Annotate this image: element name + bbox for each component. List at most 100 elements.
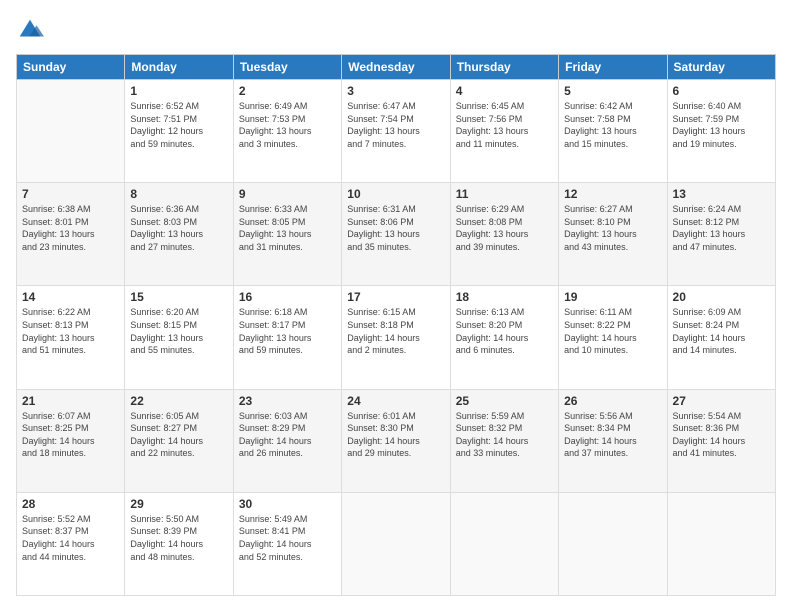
calendar-week-row: 21 Sunrise: 6:07 AM Sunset: 8:25 PM Dayli… [17,389,776,492]
day-number: 28 [22,497,119,511]
day-info: Sunrise: 5:59 AM Sunset: 8:32 PM Dayligh… [456,410,553,460]
calendar-cell: 12Sunrise: 6:27 AM Sunset: 8:10 PM Dayli… [559,183,667,286]
day-number: 7 [22,187,119,201]
calendar-cell: 2 Sunrise: 6:49 AM Sunset: 7:53 PM Daylig… [233,80,341,183]
calendar-cell: 20 Sunrise: 6:09 AM Sunset: 8:24 PM Dayli… [667,286,775,389]
day-info: Sunrise: 6:20 AM Sunset: 8:15 PM Dayligh… [130,306,227,356]
calendar-cell: 3Sunrise: 6:47 AM Sunset: 7:54 PM Daylig… [342,80,450,183]
day-info: Sunrise: 5:52 AM Sunset: 8:37 PM Dayligh… [22,513,119,563]
day-number: 18 [456,290,553,304]
day-number: 4 [456,84,553,98]
day-number: 23 [239,394,336,408]
day-number: 11 [456,187,553,201]
col-header-wednesday: Wednesday [342,55,450,80]
col-header-thursday: Thursday [450,55,558,80]
calendar-cell: 1 Sunrise: 6:52 AM Sunset: 7:51 PM Daylig… [125,80,233,183]
calendar-cell: 19 Sunrise: 6:11 AM Sunset: 8:22 PM Dayli… [559,286,667,389]
logo-icon [16,16,44,44]
day-number: 15 [130,290,227,304]
col-header-sunday: Sunday [17,55,125,80]
day-info: Sunrise: 6:15 AM Sunset: 8:18 PM Dayligh… [347,306,444,356]
calendar-cell: 13 Sunrise: 6:24 AM Sunset: 8:12 PM Dayli… [667,183,775,286]
day-number: 30 [239,497,336,511]
day-number: 17 [347,290,444,304]
calendar-cell [667,492,775,595]
day-info: Sunrise: 5:56 AM Sunset: 8:34 PM Dayligh… [564,410,661,460]
day-info: Sunrise: 6:13 AM Sunset: 8:20 PM Dayligh… [456,306,553,356]
calendar-week-row: 28 Sunrise: 5:52 AM Sunset: 8:37 PM Dayli… [17,492,776,595]
day-number: 20 [673,290,770,304]
logo [16,16,48,44]
day-number: 9 [239,187,336,201]
calendar-cell: 17 Sunrise: 6:15 AM Sunset: 8:18 PM Dayli… [342,286,450,389]
day-number: 29 [130,497,227,511]
calendar-cell [559,492,667,595]
day-info: Sunrise: 6:47 AM Sunset: 7:54 PM Dayligh… [347,100,444,150]
calendar-cell: 28 Sunrise: 5:52 AM Sunset: 8:37 PM Dayli… [17,492,125,595]
col-header-saturday: Saturday [667,55,775,80]
calendar-cell: 15 Sunrise: 6:20 AM Sunset: 8:15 PM Dayli… [125,286,233,389]
day-info: Sunrise: 6:29 AM Sunset: 8:08 PM Dayligh… [456,203,553,253]
day-number: 19 [564,290,661,304]
day-info: Sunrise: 6:07 AM Sunset: 8:25 PM Dayligh… [22,410,119,460]
page: SundayMondayTuesdayWednesdayThursdayFrid… [0,0,792,612]
day-number: 5 [564,84,661,98]
calendar-cell: 25 Sunrise: 5:59 AM Sunset: 8:32 PM Dayli… [450,389,558,492]
col-header-tuesday: Tuesday [233,55,341,80]
day-info: Sunrise: 6:33 AM Sunset: 8:05 PM Dayligh… [239,203,336,253]
day-info: Sunrise: 6:09 AM Sunset: 8:24 PM Dayligh… [673,306,770,356]
day-info: Sunrise: 5:49 AM Sunset: 8:41 PM Dayligh… [239,513,336,563]
calendar-cell: 10 Sunrise: 6:31 AM Sunset: 8:06 PM Dayli… [342,183,450,286]
col-header-monday: Monday [125,55,233,80]
day-info: Sunrise: 6:05 AM Sunset: 8:27 PM Dayligh… [130,410,227,460]
day-info: Sunrise: 6:11 AM Sunset: 8:22 PM Dayligh… [564,306,661,356]
calendar-cell: 24 Sunrise: 6:01 AM Sunset: 8:30 PM Dayli… [342,389,450,492]
day-info: Sunrise: 6:52 AM Sunset: 7:51 PM Dayligh… [130,100,227,150]
day-number: 2 [239,84,336,98]
calendar-cell: 9 Sunrise: 6:33 AM Sunset: 8:05 PM Daylig… [233,183,341,286]
calendar-cell: 4 Sunrise: 6:45 AM Sunset: 7:56 PM Daylig… [450,80,558,183]
day-info: Sunrise: 6:38 AM Sunset: 8:01 PM Dayligh… [22,203,119,253]
day-number: 14 [22,290,119,304]
calendar-cell: 7 Sunrise: 6:38 AM Sunset: 8:01 PM Daylig… [17,183,125,286]
calendar-week-row: 7 Sunrise: 6:38 AM Sunset: 8:01 PM Daylig… [17,183,776,286]
day-info: Sunrise: 6:40 AM Sunset: 7:59 PM Dayligh… [673,100,770,150]
calendar-header-row: SundayMondayTuesdayWednesdayThursdayFrid… [17,55,776,80]
calendar-cell [342,492,450,595]
day-number: 27 [673,394,770,408]
day-info: Sunrise: 6:42 AM Sunset: 7:58 PM Dayligh… [564,100,661,150]
calendar-cell: 23Sunrise: 6:03 AM Sunset: 8:29 PM Dayli… [233,389,341,492]
calendar-cell: 8Sunrise: 6:36 AM Sunset: 8:03 PM Daylig… [125,183,233,286]
calendar-cell [450,492,558,595]
calendar-cell: 16 Sunrise: 6:18 AM Sunset: 8:17 PM Dayli… [233,286,341,389]
day-number: 1 [130,84,227,98]
day-info: Sunrise: 6:24 AM Sunset: 8:12 PM Dayligh… [673,203,770,253]
day-info: Sunrise: 6:18 AM Sunset: 8:17 PM Dayligh… [239,306,336,356]
calendar-cell: 11 Sunrise: 6:29 AM Sunset: 8:08 PM Dayli… [450,183,558,286]
calendar-cell: 21 Sunrise: 6:07 AM Sunset: 8:25 PM Dayli… [17,389,125,492]
calendar-cell: 29Sunrise: 5:50 AM Sunset: 8:39 PM Dayli… [125,492,233,595]
day-info: Sunrise: 6:01 AM Sunset: 8:30 PM Dayligh… [347,410,444,460]
day-info: Sunrise: 6:31 AM Sunset: 8:06 PM Dayligh… [347,203,444,253]
day-number: 16 [239,290,336,304]
day-info: Sunrise: 6:27 AM Sunset: 8:10 PM Dayligh… [564,203,661,253]
day-number: 10 [347,187,444,201]
day-number: 26 [564,394,661,408]
calendar-cell: 26 Sunrise: 5:56 AM Sunset: 8:34 PM Dayli… [559,389,667,492]
header [16,16,776,44]
calendar-week-row: 14Sunrise: 6:22 AM Sunset: 8:13 PM Dayli… [17,286,776,389]
calendar-cell: 14Sunrise: 6:22 AM Sunset: 8:13 PM Dayli… [17,286,125,389]
day-info: Sunrise: 6:49 AM Sunset: 7:53 PM Dayligh… [239,100,336,150]
calendar-week-row: 1 Sunrise: 6:52 AM Sunset: 7:51 PM Daylig… [17,80,776,183]
day-number: 21 [22,394,119,408]
col-header-friday: Friday [559,55,667,80]
day-info: Sunrise: 6:45 AM Sunset: 7:56 PM Dayligh… [456,100,553,150]
day-number: 6 [673,84,770,98]
day-number: 24 [347,394,444,408]
day-number: 25 [456,394,553,408]
calendar-cell: 6 Sunrise: 6:40 AM Sunset: 7:59 PM Daylig… [667,80,775,183]
day-number: 22 [130,394,227,408]
calendar-cell [17,80,125,183]
day-number: 13 [673,187,770,201]
calendar-cell: 22 Sunrise: 6:05 AM Sunset: 8:27 PM Dayli… [125,389,233,492]
